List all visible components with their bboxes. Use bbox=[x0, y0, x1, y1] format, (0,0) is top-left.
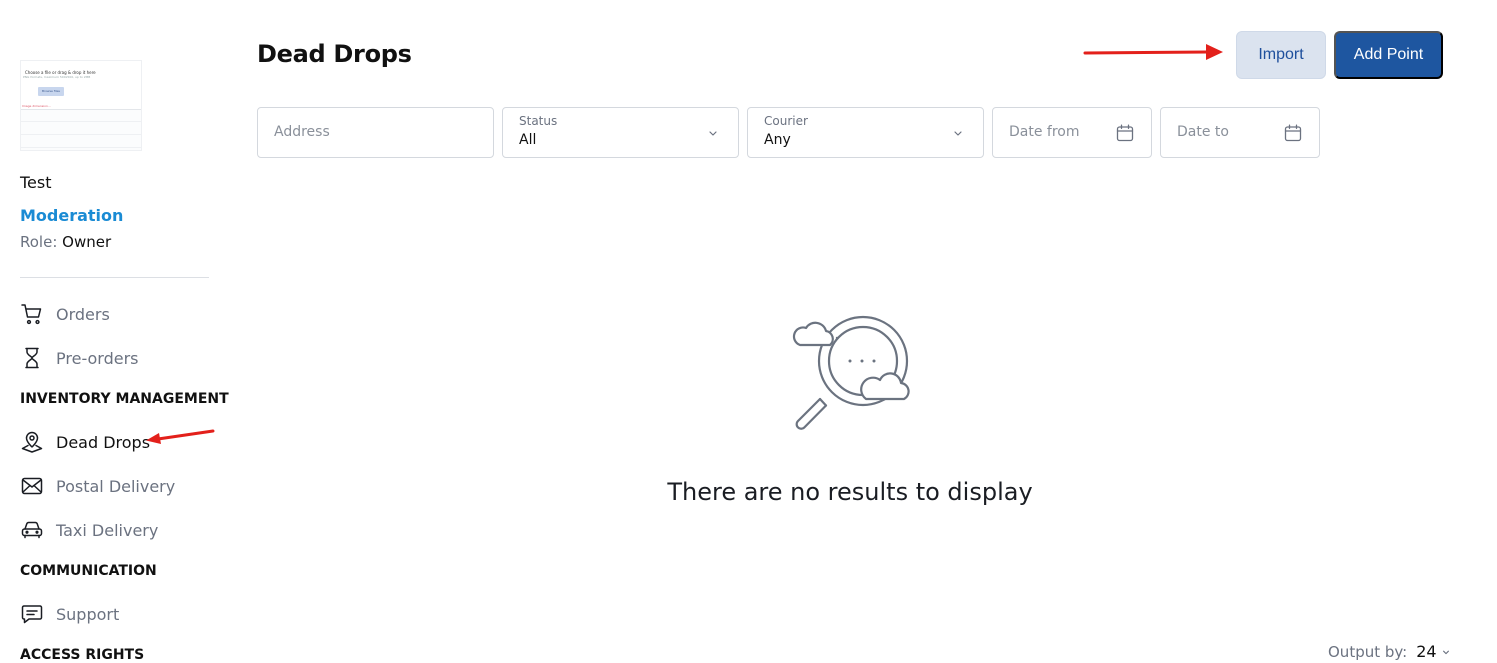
output-by-value: 24 bbox=[1416, 642, 1437, 661]
role-label: Role: bbox=[20, 233, 58, 251]
add-point-button[interactable]: Add Point bbox=[1334, 31, 1443, 79]
chevron-down-icon bbox=[954, 131, 962, 136]
output-by-label: Output by: bbox=[1328, 642, 1408, 661]
calendar-icon[interactable] bbox=[1116, 124, 1134, 142]
sidebar-item-label: Postal Delivery bbox=[56, 476, 176, 496]
address-input[interactable]: Address bbox=[257, 107, 494, 158]
empty-state-message: There are no results to display bbox=[667, 478, 1033, 506]
sidebar-item-label: Dead Drops bbox=[56, 432, 151, 452]
status-value: All bbox=[519, 132, 537, 148]
sidebar-divider bbox=[20, 277, 209, 278]
sidebar-item-orders[interactable]: Orders bbox=[20, 302, 110, 326]
status-label: Status bbox=[519, 114, 558, 128]
sidebar-item-taxi-delivery[interactable]: Taxi Delivery bbox=[20, 518, 158, 542]
hourglass-icon bbox=[20, 346, 44, 370]
car-icon bbox=[20, 518, 44, 542]
page-title: Dead Drops bbox=[257, 40, 412, 68]
date-to-placeholder: Date to bbox=[1177, 124, 1229, 140]
date-to-input[interactable]: Date to bbox=[1160, 107, 1320, 158]
chat-icon bbox=[20, 602, 44, 626]
role-line: Role: Owner bbox=[20, 233, 111, 251]
magnifier-clouds-icon bbox=[792, 315, 910, 430]
sidebar-item-label: Pre-orders bbox=[56, 348, 139, 368]
sidebar-item-dead-drops[interactable]: Dead Drops bbox=[20, 430, 150, 454]
store-name: Test bbox=[20, 173, 52, 192]
role-value: Owner bbox=[62, 233, 112, 251]
sidebar-item-label: Orders bbox=[56, 304, 110, 324]
sidebar-item-label: Support bbox=[56, 604, 120, 624]
status-select[interactable]: Status All bbox=[502, 107, 739, 158]
date-from-placeholder: Date from bbox=[1009, 124, 1080, 140]
annotation-arrow-icon bbox=[1083, 44, 1223, 60]
courier-label: Courier bbox=[764, 114, 808, 128]
calendar-icon[interactable] bbox=[1284, 124, 1302, 142]
courier-value: Any bbox=[764, 132, 791, 148]
output-by-selector[interactable]: Output by: 24 bbox=[1328, 642, 1450, 661]
sidebar: Choose a file or drag & drop it here PNG… bbox=[20, 0, 229, 663]
map-pin-icon bbox=[20, 430, 44, 454]
sidebar-item-label: Taxi Delivery bbox=[56, 520, 159, 540]
cart-icon bbox=[20, 302, 44, 326]
sidebar-item-support[interactable]: Support bbox=[20, 602, 119, 626]
chevron-down-icon bbox=[1442, 650, 1449, 654]
envelope-icon bbox=[20, 474, 44, 498]
sidebar-item-postal-delivery[interactable]: Postal Delivery bbox=[20, 474, 175, 498]
chevron-down-icon bbox=[709, 131, 717, 136]
address-placeholder: Address bbox=[274, 124, 330, 140]
courier-select[interactable]: Courier Any bbox=[747, 107, 984, 158]
store-logo-thumbnail: Choose a file or drag & drop it here PNG… bbox=[20, 60, 142, 151]
sidebar-item-preorders[interactable]: Pre-orders bbox=[20, 346, 139, 370]
import-button[interactable]: Import bbox=[1236, 31, 1326, 79]
section-communication: COMMUNICATION bbox=[20, 563, 157, 579]
section-access-rights: ACCESS RIGHTS bbox=[20, 647, 145, 663]
annotation-arrow-icon bbox=[146, 429, 215, 444]
section-inventory-management: INVENTORY MANAGEMENT bbox=[20, 391, 229, 407]
date-from-input[interactable]: Date from bbox=[992, 107, 1152, 158]
store-status: Moderation bbox=[20, 206, 124, 225]
